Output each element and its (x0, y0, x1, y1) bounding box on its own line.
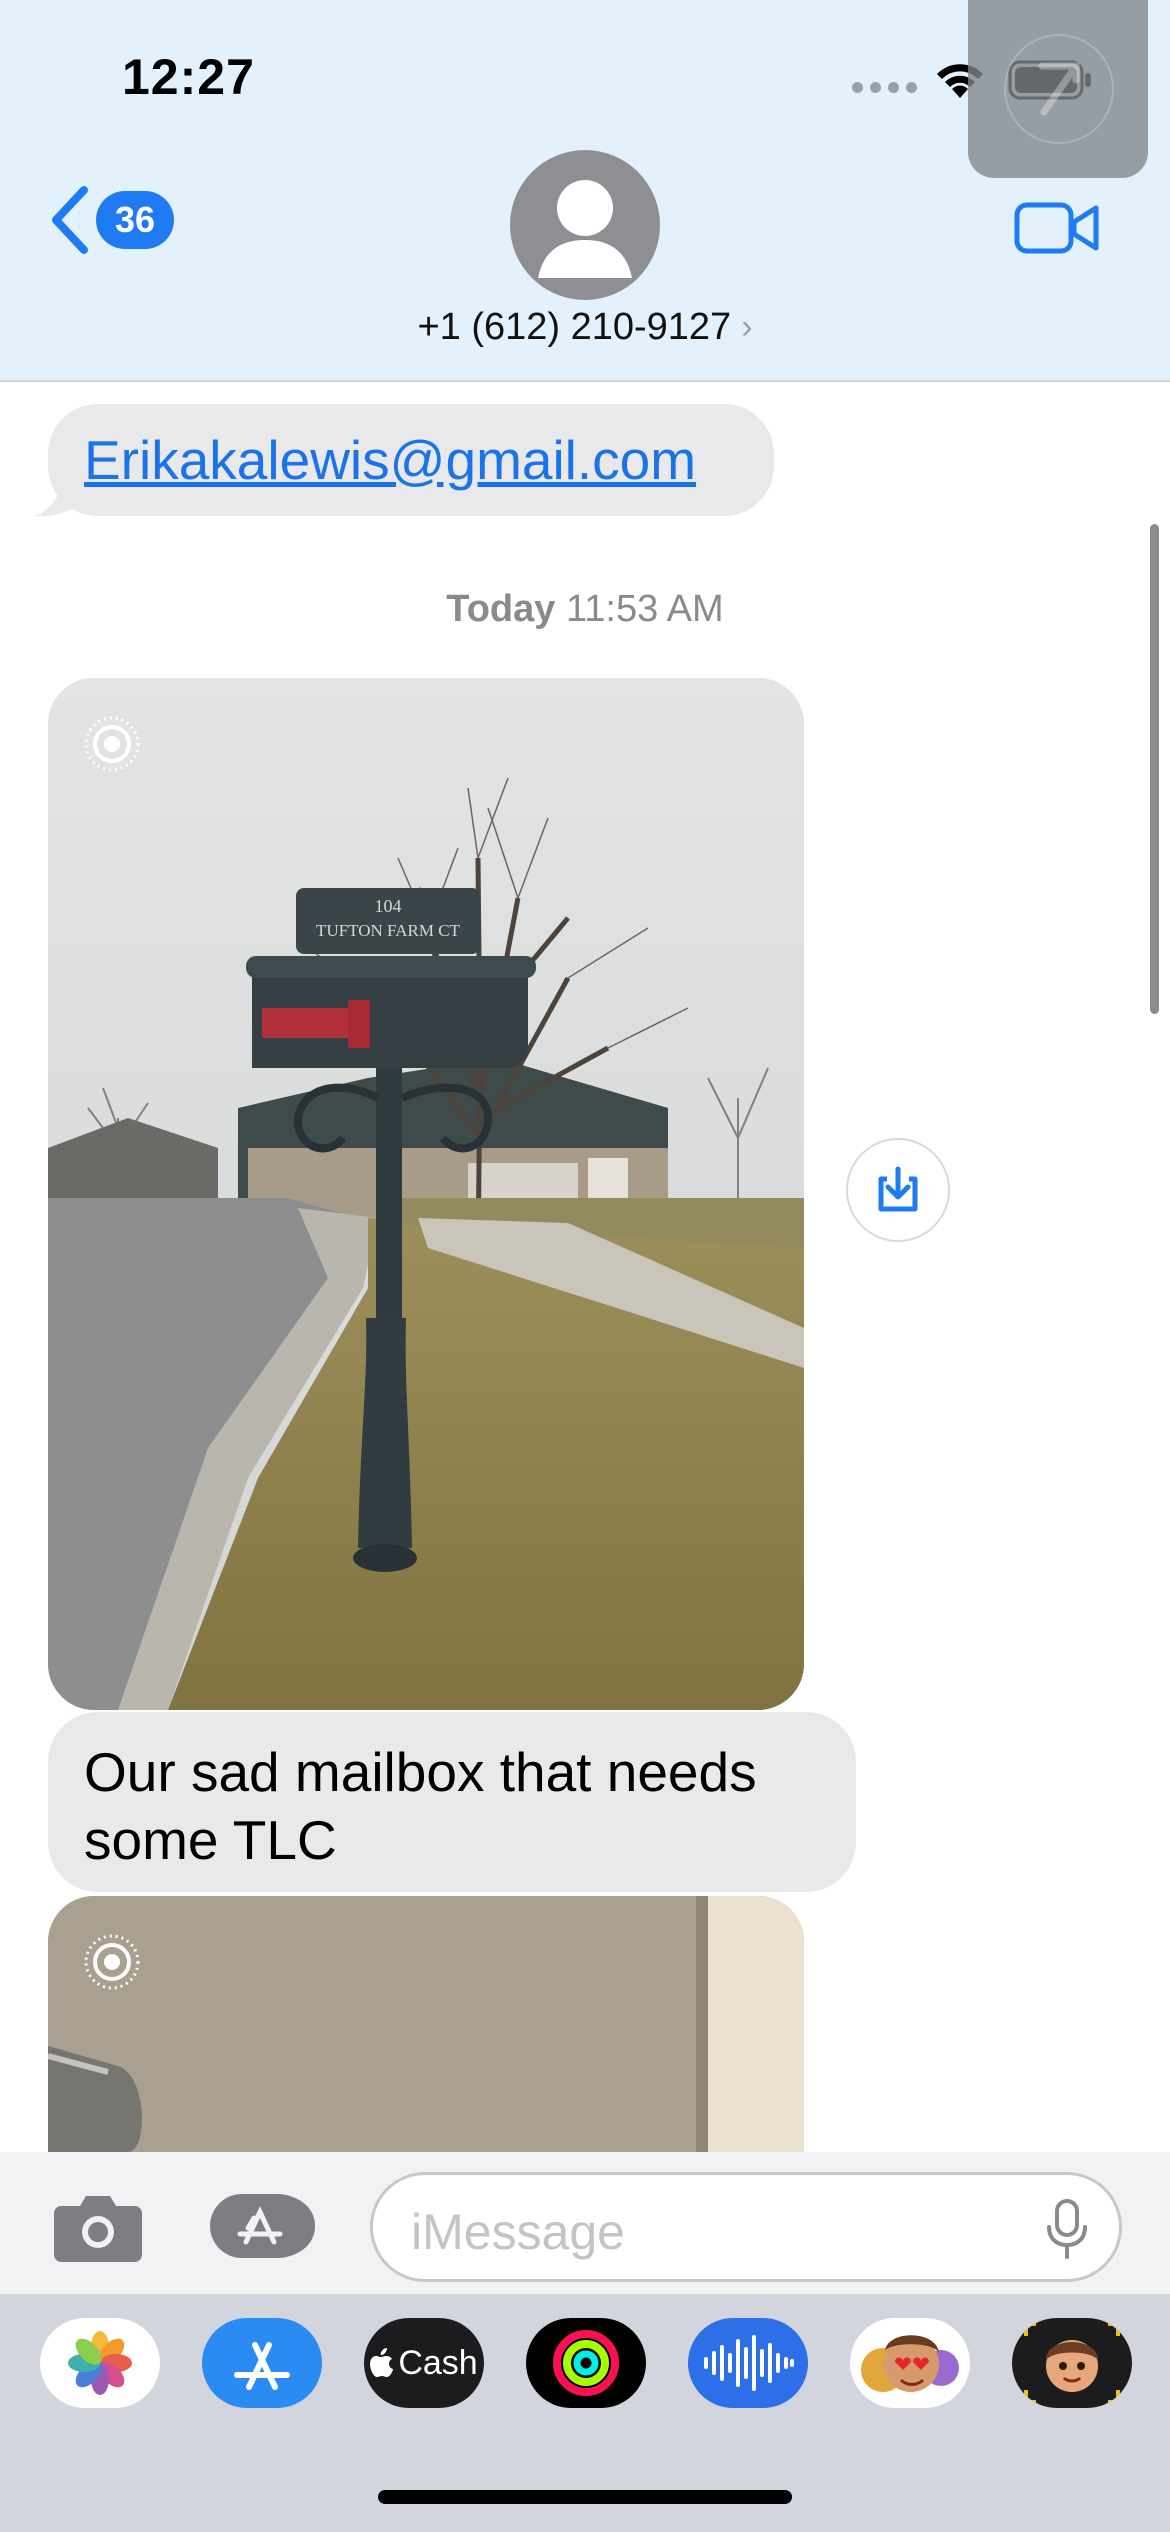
contact-name-button[interactable]: +1 (612) 210-9127 › (0, 306, 1170, 349)
download-icon (878, 1166, 918, 1212)
email-link[interactable]: Erikakalewis@gmail.com (84, 428, 696, 492)
message-timestamp: Today 11:53 AM (446, 588, 724, 630)
second-photo-attachment[interactable] (48, 1896, 804, 2152)
imessage-placeholder: iMessage (411, 2204, 625, 2260)
person-icon (538, 180, 632, 278)
camera-icon[interactable] (52, 2192, 144, 2262)
chevron-right-icon (1038, 62, 1080, 116)
activity-app-icon[interactable] (526, 2318, 646, 2408)
mailbox-photo: 104 TUFTON FARM CT (48, 678, 804, 1710)
live-photo-icon (84, 716, 140, 772)
assistive-touch-button[interactable] (968, 0, 1148, 178)
mailbox-photo-attachment[interactable]: 104 TUFTON FARM CT (48, 678, 804, 1710)
memoji-stickers-app-icon[interactable] (850, 2318, 970, 2408)
home-indicator[interactable] (378, 2490, 792, 2504)
caption-text: Our sad mailbox that needs some TLC (84, 1741, 757, 1871)
facetime-video-icon[interactable] (1014, 200, 1100, 256)
memoji-app-icon[interactable] (1012, 2318, 1132, 2408)
chevron-right-icon: › (741, 308, 753, 346)
cash-label: Cash (398, 2343, 478, 2382)
chevron-left-icon (52, 186, 88, 254)
imessage-input[interactable]: iMessage (370, 2172, 1122, 2282)
live-photo-icon (84, 1934, 140, 1990)
email-message-bubble[interactable]: Erikakalewis@gmail.com (48, 404, 774, 516)
back-button[interactable]: 36 (48, 186, 174, 254)
app-store-icon (234, 2342, 290, 2390)
app-store-apps-button[interactable] (208, 2192, 320, 2260)
save-attachment-button[interactable] (846, 1138, 950, 1242)
microphone-icon[interactable] (1045, 2199, 1089, 2259)
mailbox-sign-street: TUFTON FARM CT (316, 921, 461, 940)
contact-avatar[interactable] (510, 150, 660, 300)
caption-message-bubble[interactable]: Our sad mailbox that needs some TLC (48, 1712, 856, 1892)
audio-message-icon (704, 2335, 794, 2391)
photos-app-icon[interactable] (40, 2318, 160, 2408)
contact-name: +1 (612) 210-9127 (417, 306, 732, 348)
conversation-header: 12:27 36 +1 (612) 210-9127 › (0, 0, 1170, 382)
audio-message-app-icon[interactable] (688, 2318, 808, 2408)
memoji-stickers-icon (861, 2335, 959, 2392)
memoji-icon (1024, 2322, 1120, 2404)
cellular-signal-icon (852, 82, 917, 93)
unread-count-badge: 36 (96, 191, 174, 249)
messages-screen: 12:27 36 +1 (612) 210-9127 › Erikakalewi… (0, 0, 1170, 2532)
status-time: 12:27 (122, 49, 255, 105)
activity-icon (553, 2330, 619, 2396)
scrollbar[interactable] (1150, 524, 1159, 1014)
photos-icon (68, 2331, 132, 2395)
mailbox-sign-number: 104 (375, 896, 402, 916)
second-photo (48, 1896, 804, 2152)
message-composer-bar: iMessage (0, 2152, 1170, 2294)
apple-logo-icon (370, 2348, 394, 2377)
apple-cash-app-icon[interactable]: Cash (364, 2318, 484, 2408)
app-store-app-icon[interactable] (202, 2318, 322, 2408)
